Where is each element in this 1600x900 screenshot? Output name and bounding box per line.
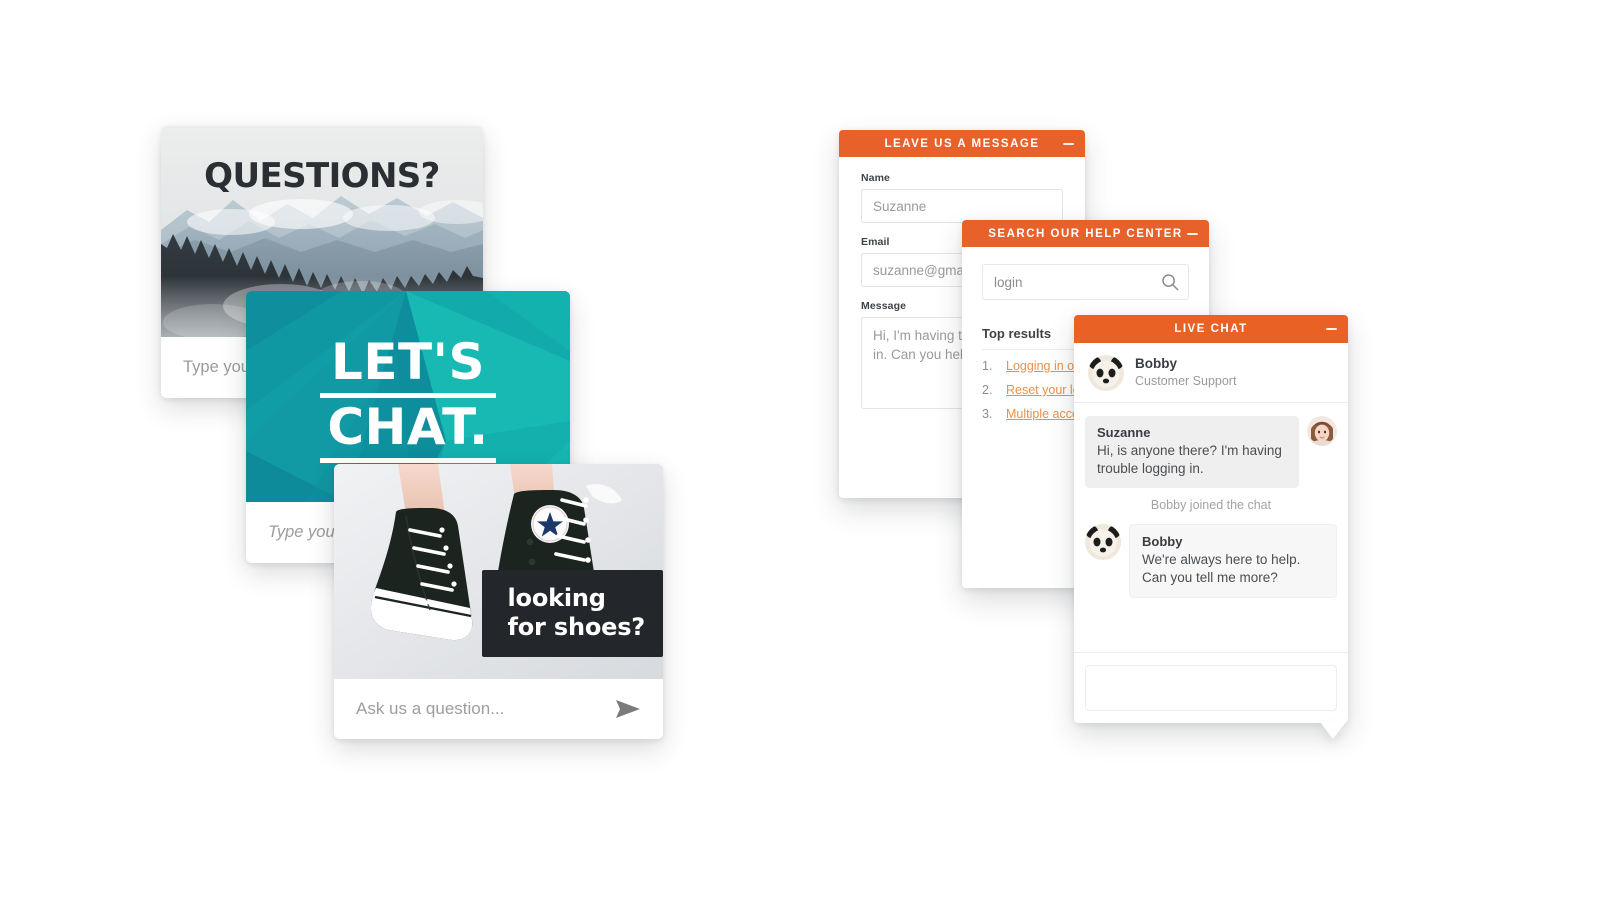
result-number: 1. bbox=[982, 359, 993, 373]
search-input-value: login bbox=[994, 274, 1023, 290]
live-chat-header[interactable]: LIVE CHAT bbox=[1074, 315, 1348, 343]
lets-chat-rule-2 bbox=[320, 458, 496, 463]
chat-message-list: Suzanne Hi, is anyone there? I'm having … bbox=[1074, 403, 1348, 652]
lets-chat-title: LET'S CHAT. bbox=[246, 337, 570, 463]
minimize-icon[interactable] bbox=[1187, 232, 1198, 235]
panda-avatar bbox=[1085, 523, 1121, 560]
chat-bubble: Suzanne Hi, is anyone there? I'm having … bbox=[1085, 416, 1299, 488]
live-chat-title: LIVE CHAT bbox=[1174, 323, 1248, 335]
shoes-card[interactable]: looking for shoes? Ask us a question... bbox=[334, 464, 663, 739]
agent-bar: Bobby Customer Support bbox=[1074, 343, 1348, 403]
questions-title: QUESTIONS? bbox=[204, 156, 440, 196]
name-label: Name bbox=[861, 172, 890, 184]
name-field[interactable]: Suzanne bbox=[861, 189, 1063, 223]
minimize-icon[interactable] bbox=[1326, 328, 1337, 330]
leave-message-header[interactable]: LEAVE US A MESSAGE bbox=[839, 130, 1085, 157]
search-help-header[interactable]: SEARCH OUR HELP CENTER bbox=[962, 220, 1209, 247]
lets-chat-line1: LET'S bbox=[331, 333, 485, 391]
woman-avatar bbox=[1307, 416, 1337, 446]
live-chat-widget[interactable]: LIVE CHAT Bobby Customer Support Suzanne… bbox=[1074, 315, 1348, 739]
agent-info: Bobby Customer Support bbox=[1135, 356, 1236, 389]
agent-role: Customer Support bbox=[1135, 374, 1237, 389]
chat-message-user: Suzanne Hi, is anyone there? I'm having … bbox=[1085, 416, 1337, 488]
shoes-banner-line2: for shoes? bbox=[507, 612, 646, 641]
shoes-banner-line1: looking bbox=[507, 584, 606, 613]
chat-bubble-sender: Bobby bbox=[1142, 533, 1183, 549]
send-icon[interactable] bbox=[615, 698, 641, 720]
search-icon[interactable] bbox=[1161, 273, 1179, 291]
chat-bubble-tail bbox=[1320, 722, 1346, 739]
leave-message-title: LEAVE US A MESSAGE bbox=[884, 137, 1040, 150]
chat-message-agent: Bobby We're always here to help. Can you… bbox=[1085, 523, 1337, 598]
chat-bubble-sender: Suzanne bbox=[1097, 425, 1151, 440]
chat-bubble-text: We're always here to help. Can you tell … bbox=[1142, 551, 1301, 585]
shoes-banner: looking for shoes? bbox=[481, 570, 663, 657]
lets-chat-line2: CHAT. bbox=[327, 398, 489, 456]
chat-bubble: Bobby We're always here to help. Can you… bbox=[1129, 523, 1337, 598]
minimize-icon[interactable] bbox=[1063, 142, 1074, 145]
panda-avatar bbox=[1088, 355, 1124, 391]
shoes-input-row[interactable]: Ask us a question... bbox=[334, 679, 663, 739]
chat-bubble-text: Hi, is anyone there? I'm having trouble … bbox=[1097, 443, 1282, 476]
result-number: 3. bbox=[982, 407, 993, 421]
chat-input[interactable] bbox=[1085, 665, 1337, 711]
search-input[interactable]: login bbox=[982, 264, 1189, 300]
agent-name: Bobby bbox=[1135, 356, 1177, 372]
chat-composer bbox=[1074, 652, 1348, 711]
search-help-title: SEARCH OUR HELP CENTER bbox=[988, 227, 1183, 240]
shoes-hero-image: looking for shoes? bbox=[334, 464, 663, 679]
chat-system-line: Bobby joined the chat bbox=[1150, 497, 1272, 512]
screenshot-stage: QUESTIONS? Type your message... bbox=[0, 0, 1600, 900]
shoes-input-placeholder: Ask us a question... bbox=[356, 699, 505, 718]
result-number: 2. bbox=[982, 383, 993, 397]
